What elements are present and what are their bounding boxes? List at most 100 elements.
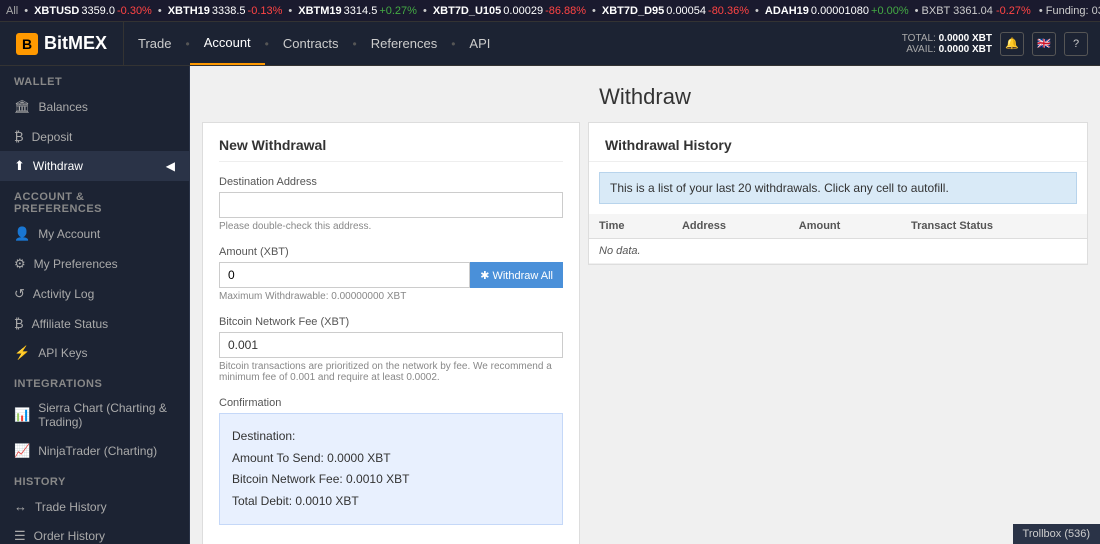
destination-input[interactable] [219, 192, 563, 218]
new-withdrawal-heading: New Withdrawal [219, 137, 563, 162]
ticker-bar: All • XBTUSD 3359.0 -0.30% • XBTH19 3338… [0, 0, 1100, 22]
notifications-button[interactable]: 🔔 [1000, 32, 1024, 56]
withdraw-layout: New Withdrawal Destination Address Pleas… [190, 122, 1100, 544]
sidebar-balances-label: Balances [39, 100, 88, 114]
sidebar-item-withdraw[interactable]: ⬆ Withdraw ◀ [0, 151, 189, 181]
ticker-xbt7d-u105[interactable]: XBT7D_U105 0.00029 -86.88% [433, 5, 586, 17]
nav-account[interactable]: Account [190, 22, 265, 65]
info-section: For security reasons, BitMEX processes w… [219, 539, 563, 544]
dest-hint: Please double-check this address. [219, 221, 563, 232]
sidebar-item-ninja[interactable]: 📈 NinjaTrader (Charting) [0, 436, 189, 466]
destination-row: Destination Address Please double-check … [219, 176, 563, 232]
nav-references[interactable]: References [357, 22, 451, 65]
withdraw-icon: ⬆ [14, 158, 25, 174]
nav-links: Trade • Account • Contracts • References… [124, 22, 890, 65]
sidebar: Wallet 🏛 Balances ₿ Deposit ⬆ Withdraw ◀… [0, 66, 190, 544]
conf-destination: Destination: [232, 426, 550, 448]
affiliate-icon: ₿ [14, 316, 24, 331]
avail-label: AVAIL: [906, 44, 936, 55]
sidebar-item-order-history[interactable]: ☰ Order History [0, 521, 189, 544]
page-title-bar: Withdraw [190, 66, 1100, 122]
sidebar-order-history-label: Order History [34, 529, 105, 543]
confirmation-box: Destination: Amount To Send: 0.0000 XBT … [219, 413, 563, 525]
balance-display: TOTAL: 0.0000 XBT AVAIL: 0.0000 XBT [902, 33, 992, 55]
sidebar-item-balances[interactable]: 🏛 Balances [0, 92, 189, 122]
nav-contracts[interactable]: Contracts [269, 22, 353, 65]
total-label: TOTAL: [902, 33, 936, 44]
withdrawal-history-heading: Withdrawal History [589, 123, 1087, 162]
sidebar-affiliate-label: Affiliate Status [32, 317, 109, 331]
sidebar-trade-history-label: Trade History [35, 500, 107, 514]
withdrawal-history-panel: Withdrawal History This is a list of you… [588, 122, 1088, 265]
history-table: Time Address Amount Transact Status No d… [589, 214, 1087, 264]
dest-label: Destination Address [219, 176, 563, 188]
new-withdrawal-panel: New Withdrawal Destination Address Pleas… [202, 122, 580, 544]
sidebar-deposit-label: Deposit [32, 130, 73, 144]
sidebar-item-myaccount[interactable]: 👤 My Account [0, 219, 189, 249]
trade-history-icon: ↔ [14, 499, 27, 514]
fee-input[interactable] [219, 332, 563, 358]
amount-input[interactable] [219, 262, 470, 288]
language-button[interactable]: 🇬🇧 [1032, 32, 1056, 56]
ticker-separator: • [24, 5, 28, 17]
nav-right: TOTAL: 0.0000 XBT AVAIL: 0.0000 XBT 🔔 🇬🇧… [890, 32, 1100, 56]
logo[interactable]: B BitMEX [0, 22, 124, 65]
no-data-cell: No data. [589, 239, 1087, 264]
nav-trade[interactable]: Trade [124, 22, 185, 65]
sidebar-ninja-label: NinjaTrader (Charting) [38, 444, 157, 458]
sidebar-item-trade-history[interactable]: ↔ Trade History [0, 492, 189, 521]
activity-icon: ↺ [14, 286, 25, 302]
sidebar-myaccount-label: My Account [38, 227, 100, 241]
bxbt-price: • BXBT 3361.04 -0.27% [915, 5, 1031, 17]
myaccount-icon: 👤 [14, 226, 30, 242]
withdraw-arrow-icon: ◀ [166, 159, 175, 173]
amount-hint: Maximum Withdrawable: 0.00000000 XBT [219, 291, 563, 302]
ticker-xbt7d-d95[interactable]: XBT7D_D95 0.00054 -80.36% [602, 5, 749, 17]
confirmation-label: Confirmation [219, 397, 563, 409]
apikeys-icon: ⚡ [14, 345, 30, 361]
ticker-xbtusd[interactable]: XBTUSD 3359.0 -0.30% [34, 5, 152, 17]
main-layout: Wallet 🏛 Balances ₿ Deposit ⬆ Withdraw ◀… [0, 66, 1100, 544]
amount-row: Amount (XBT) ✱ Withdraw All Maximum With… [219, 246, 563, 302]
sidebar-item-sierra[interactable]: 📊 Sierra Chart (Charting & Trading) [0, 394, 189, 436]
page-title: Withdraw [210, 84, 1080, 110]
preferences-icon: ⚙ [14, 256, 26, 272]
conf-fee: Bitcoin Network Fee: 0.0010 XBT [232, 469, 550, 491]
sidebar-item-affiliate[interactable]: ₿ Affiliate Status [0, 309, 189, 338]
ticker-adah19[interactable]: ADAH19 0.00001080 +0.00% [765, 5, 909, 17]
withdraw-all-button[interactable]: ✱ Withdraw All [470, 262, 563, 288]
help-button[interactable]: ? [1064, 32, 1088, 56]
sidebar-withdraw-label: Withdraw [33, 159, 83, 173]
conf-amount: Amount To Send: 0.0000 XBT [232, 448, 550, 470]
account-section-header: Account & Preferences [0, 181, 189, 219]
conf-total: Total Debit: 0.0010 XBT [232, 491, 550, 513]
ticker-xbtm19[interactable]: XBTM19 3314.5 +0.27% [298, 5, 417, 17]
logo-icon: B [16, 33, 38, 55]
balances-icon: 🏛 [14, 99, 31, 115]
funding-info: • Funding: 03:47:14 @ 0.0085% [1039, 5, 1100, 17]
sidebar-item-activity[interactable]: ↺ Activity Log [0, 279, 189, 309]
ninja-icon: 📈 [14, 443, 30, 459]
order-history-icon: ☰ [14, 528, 26, 544]
total-value: 0.0000 XBT [939, 33, 992, 44]
logo-text: BitMEX [44, 33, 107, 54]
avail-value: 0.0000 XBT [939, 44, 992, 55]
nav-api[interactable]: API [455, 22, 504, 65]
navbar: B BitMEX Trade • Account • Contracts • R… [0, 22, 1100, 66]
sierra-icon: 📊 [14, 407, 30, 423]
fee-hint: Bitcoin transactions are prioritized on … [219, 361, 563, 383]
col-status: Transact Status [901, 214, 1087, 239]
sidebar-item-apikeys[interactable]: ⚡ API Keys [0, 338, 189, 368]
ticker-all-label[interactable]: All [6, 5, 18, 17]
sidebar-item-deposit[interactable]: ₿ Deposit [0, 122, 189, 151]
integrations-section-header: Integrations [0, 368, 189, 394]
ticker-xbth19[interactable]: XBTH19 3338.5 -0.13% [168, 5, 283, 17]
fee-row: Bitcoin Network Fee (XBT) Bitcoin transa… [219, 316, 563, 383]
sidebar-sierra-label: Sierra Chart (Charting & Trading) [38, 401, 175, 429]
table-row-empty: No data. [589, 239, 1087, 264]
sidebar-apikeys-label: API Keys [38, 346, 87, 360]
col-address: Address [672, 214, 789, 239]
sidebar-item-preferences[interactable]: ⚙ My Preferences [0, 249, 189, 279]
amount-label: Amount (XBT) [219, 246, 563, 258]
trollbox-button[interactable]: Trollbox (536) [1013, 524, 1100, 544]
